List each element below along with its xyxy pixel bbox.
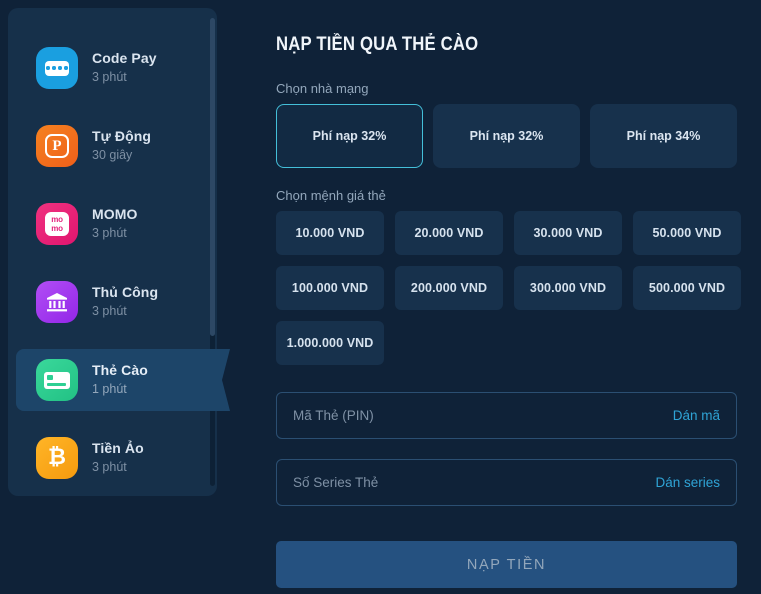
momo-text-top: mo [51, 214, 63, 224]
denomination-label: 10.000 VND [295, 226, 365, 240]
topup-form-panel: NẠP TIỀN QUA THẺ CÀO Chọn nhà mạng Phí n… [276, 0, 761, 594]
sidebar-item-momo[interactable]: mo mo MOMO 3 phút [16, 193, 209, 255]
scratch-card-icon [36, 359, 78, 401]
network-option-label: Phí nạp 34% [626, 129, 701, 143]
denomination-label: 200.000 VND [410, 281, 488, 295]
denomination-label: 20.000 VND [414, 226, 484, 240]
sidebar-item-text: Thủ Công 3 phút [92, 284, 158, 320]
denomination-chip[interactable]: 200.000 VND [395, 266, 503, 310]
network-options: Phí nạp 32% Phí nạp 32% Phí nạp 34% [276, 104, 755, 168]
denomination-section-label: Chọn mệnh giá thẻ [276, 188, 386, 203]
denomination-label: 500.000 VND [648, 281, 726, 295]
payoo-icon: P [36, 125, 78, 167]
sidebar-item-text: Tiền Ảo 3 phút [92, 440, 144, 476]
submit-topup-button[interactable]: NẠP TIỀN [276, 541, 737, 588]
sidebar-item-thu-cong[interactable]: Thủ Công 3 phút [16, 271, 209, 333]
network-option-1[interactable]: Phí nạp 32% [276, 104, 423, 168]
bank-icon [36, 281, 78, 323]
sidebar-item-duration: 3 phút [92, 460, 127, 475]
payoo-letter: P [45, 134, 69, 158]
denomination-label: 100.000 VND [291, 281, 369, 295]
sidebar-item-label: Thẻ Cào [92, 361, 148, 378]
sidebar-item-label: Tự Động [92, 127, 152, 144]
payment-method-list: Code Pay 3 phút P Tự Động 30 giây mo mo … [8, 8, 230, 496]
denomination-chip[interactable]: 50.000 VND [633, 211, 741, 255]
sidebar-item-the-cao[interactable]: Thẻ Cào 1 phút [16, 349, 230, 411]
payment-method-sidebar: Code Pay 3 phút P Tự Động 30 giây mo mo … [8, 8, 230, 496]
codepay-icon [36, 47, 78, 89]
sidebar-item-tien-ao[interactable]: ₿ Tiền Ảo 3 phút [16, 427, 209, 489]
denomination-chip[interactable]: 1.000.000 VND [276, 321, 384, 365]
pin-field-wrapper: Dán mã [276, 392, 737, 439]
network-option-label: Phí nạp 32% [469, 129, 544, 143]
sidebar-item-text: Thẻ Cào 1 phút [92, 362, 148, 398]
sidebar-item-label: Thủ Công [92, 283, 159, 300]
denomination-label: 30.000 VND [533, 226, 603, 240]
page-title: NẠP TIỀN QUA THẺ CÀO [276, 34, 479, 55]
network-option-2[interactable]: Phí nạp 32% [433, 104, 580, 168]
sidebar-item-label: Code Pay [92, 49, 157, 66]
sidebar-item-duration: 30 giây [92, 148, 133, 163]
denomination-chip[interactable]: 10.000 VND [276, 211, 384, 255]
payment-topup-page: Code Pay 3 phút P Tự Động 30 giây mo mo … [0, 0, 761, 594]
network-option-label: Phí nạp 32% [312, 129, 387, 143]
sidebar-item-duration: 3 phút [92, 226, 127, 241]
sidebar-item-text: Code Pay 3 phút [92, 50, 157, 86]
series-input[interactable] [293, 475, 656, 490]
denomination-chip[interactable]: 500.000 VND [633, 266, 741, 310]
bitcoin-icon: ₿ [36, 437, 78, 479]
denomination-label: 300.000 VND [529, 281, 607, 295]
sidebar-item-tu-dong[interactable]: P Tự Động 30 giây [16, 115, 209, 177]
network-option-3[interactable]: Phí nạp 34% [590, 104, 737, 168]
sidebar-item-text: MOMO 3 phút [92, 206, 138, 242]
network-section-label: Chọn nhà mạng [276, 81, 369, 96]
denomination-label: 50.000 VND [652, 226, 722, 240]
momo-icon: mo mo [36, 203, 78, 245]
denomination-label: 1.000.000 VND [286, 336, 374, 350]
denomination-chip[interactable]: 300.000 VND [514, 266, 622, 310]
sidebar-item-label: MOMO [92, 205, 138, 222]
paste-pin-link[interactable]: Dán mã [673, 408, 720, 423]
sidebar-item-duration: 3 phút [92, 304, 127, 319]
bitcoin-glyph: ₿ [48, 445, 66, 470]
denomination-chip[interactable]: 30.000 VND [514, 211, 622, 255]
bank-glyph [47, 293, 67, 312]
sidebar-item-text: Tự Động 30 giây [92, 128, 151, 164]
series-field-wrapper: Dán series [276, 459, 737, 506]
denomination-options: 10.000 VND 20.000 VND 30.000 VND 50.000 … [276, 211, 755, 365]
sidebar-item-duration: 1 phút [92, 382, 127, 397]
sidebar-item-duration: 3 phút [92, 70, 127, 85]
sidebar-item-label: Tiền Ảo [92, 439, 144, 456]
pin-input[interactable] [293, 408, 673, 423]
paste-series-link[interactable]: Dán series [655, 475, 720, 490]
denomination-chip[interactable]: 20.000 VND [395, 211, 503, 255]
momo-text-bottom: mo [51, 223, 63, 233]
sidebar-item-code-pay[interactable]: Code Pay 3 phút [16, 37, 209, 99]
denomination-chip[interactable]: 100.000 VND [276, 266, 384, 310]
